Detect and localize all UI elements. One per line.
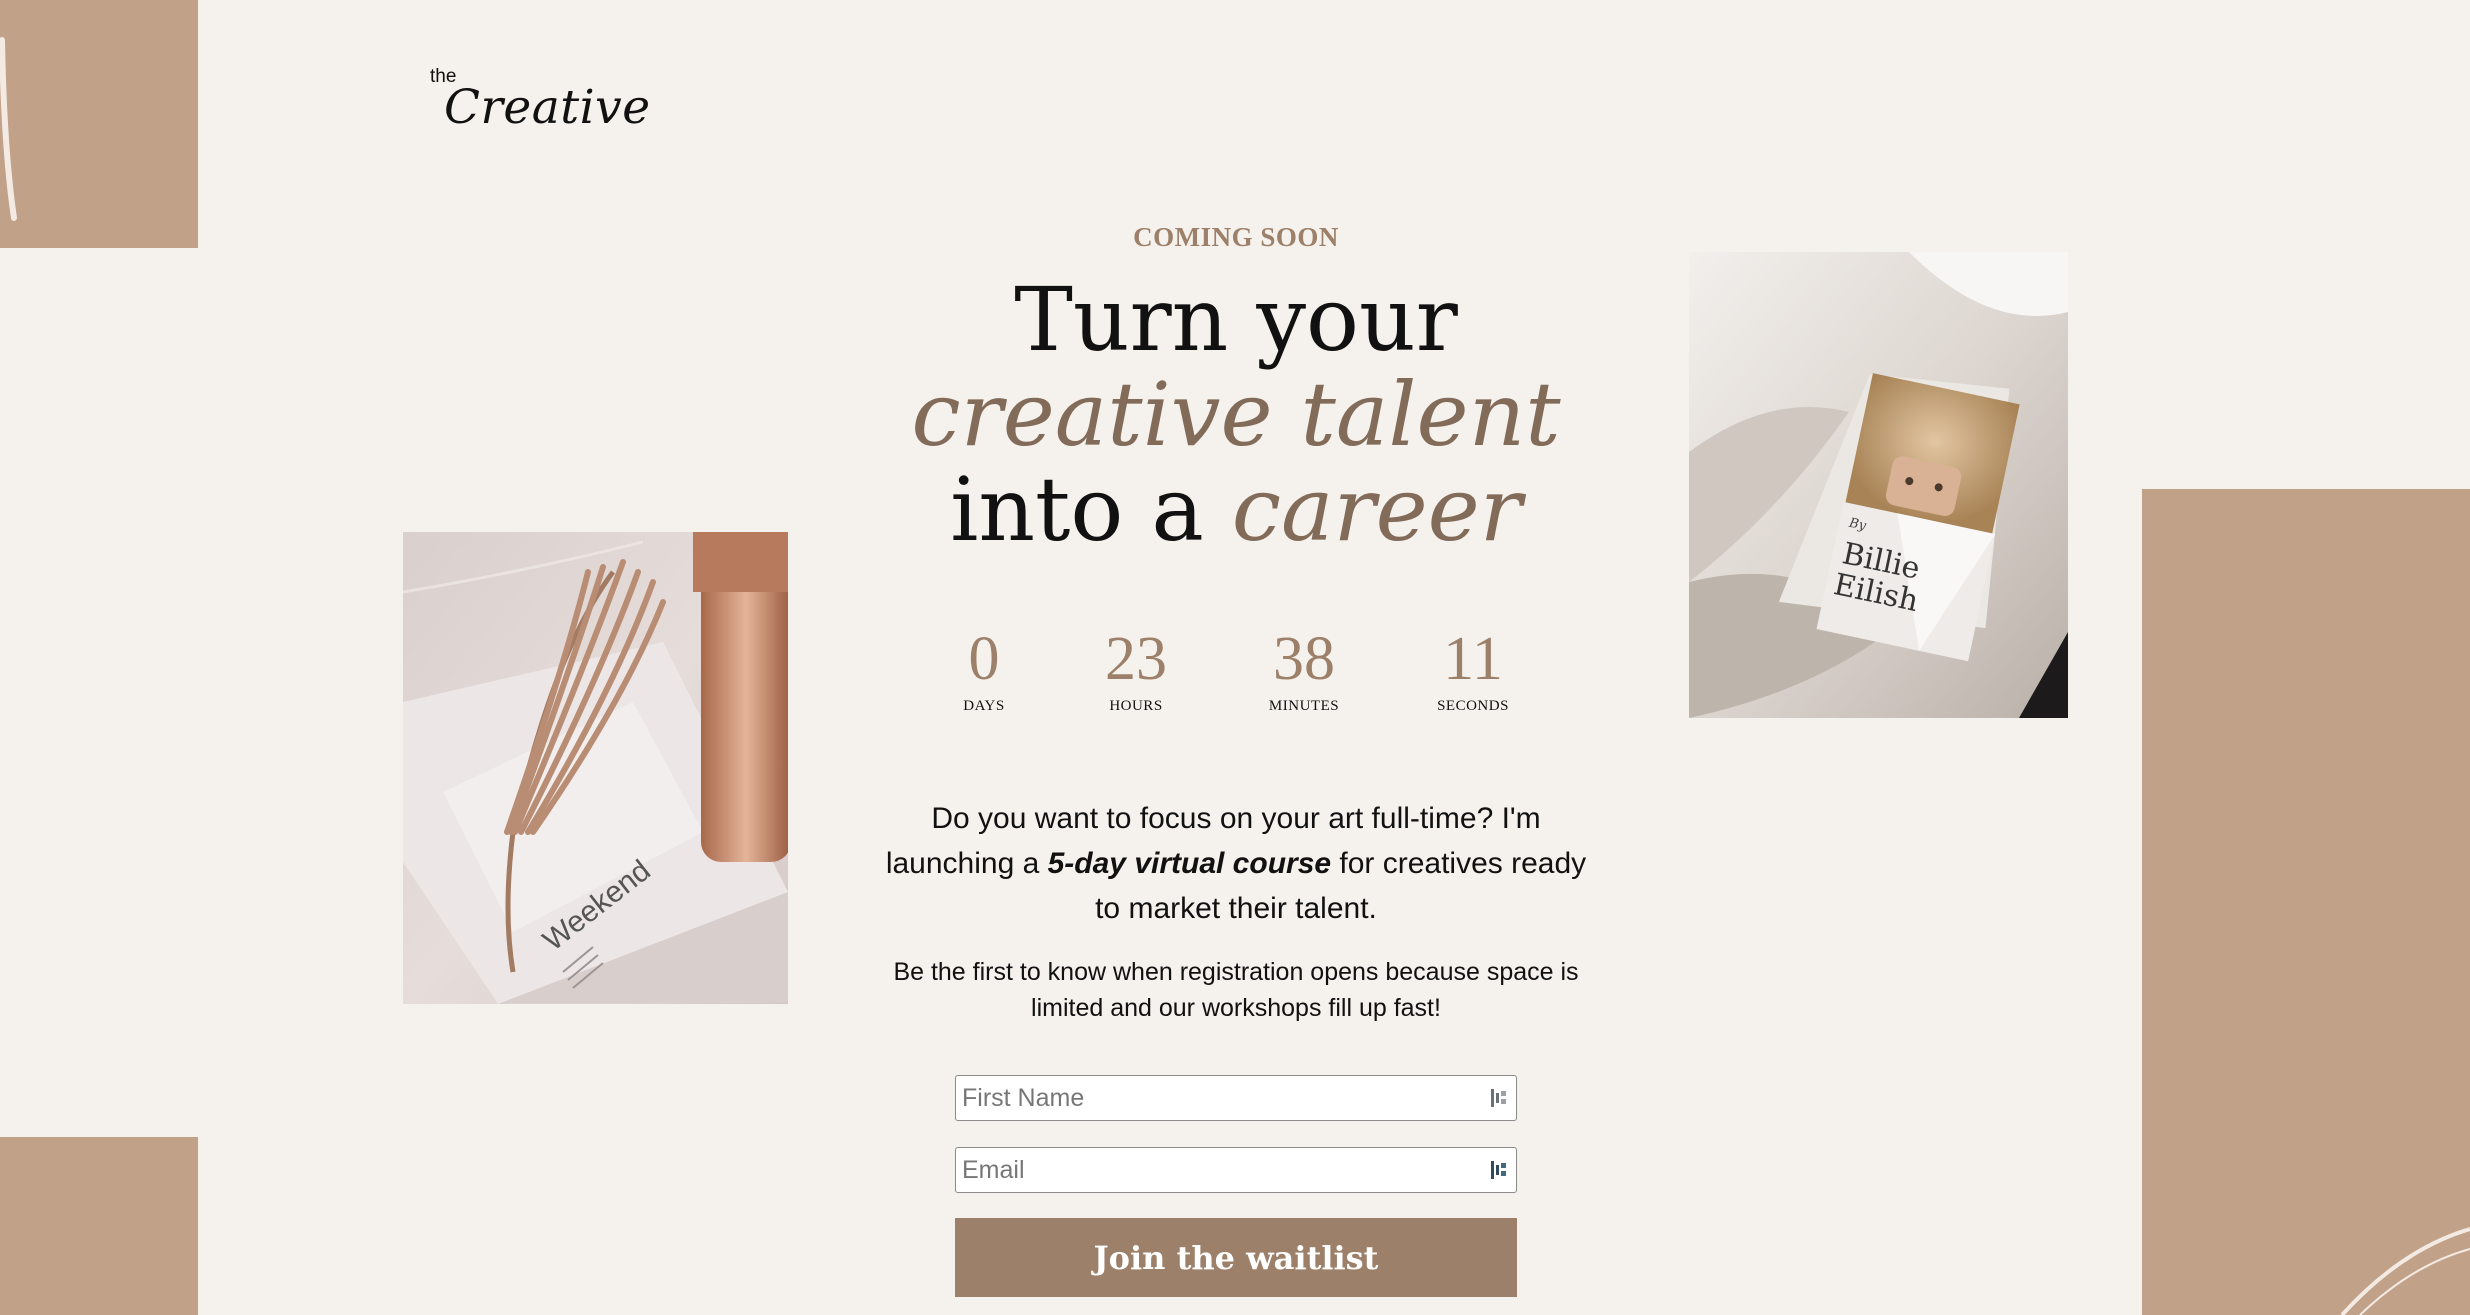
countdown-hours-value: 23 xyxy=(1105,625,1167,693)
coming-soon-eyebrow: COMING SOON xyxy=(1133,222,1339,252)
first-name-field[interactable] xyxy=(955,1075,1517,1121)
headline-line-2: creative talent xyxy=(911,363,1561,466)
email-input[interactable] xyxy=(956,1148,1476,1192)
first-name-input[interactable] xyxy=(956,1076,1476,1120)
headline-line-3-prefix: into a xyxy=(950,458,1232,561)
hero-headline: Turn your creative talent into a career xyxy=(880,272,1592,557)
decor-block-right xyxy=(2142,489,2470,1315)
countdown-seconds: 11 SECONDS xyxy=(1383,628,1563,715)
countdown-hours: 23 HOURS xyxy=(1046,628,1226,715)
countdown-hours-label: HOURS xyxy=(1109,698,1163,714)
countdown-timer: 0 DAYS 23 HOURS 38 MINUTES 11 SECONDS xyxy=(0,628,2470,718)
headline-line-3: into a career xyxy=(880,462,1592,557)
countdown-seconds-label: SECONDS xyxy=(1437,698,1509,714)
password-manager-icon[interactable] xyxy=(1490,1159,1508,1181)
headline-line-3-accent: career xyxy=(1231,458,1522,561)
decor-block-top-left xyxy=(0,0,198,248)
decor-arc-right xyxy=(2340,1227,2470,1315)
intro-paragraph: Do you want to focus on your art full-ti… xyxy=(880,796,1592,931)
countdown-seconds-value: 11 xyxy=(1443,625,1503,693)
email-field[interactable] xyxy=(955,1147,1517,1193)
password-manager-icon[interactable] xyxy=(1490,1087,1508,1109)
site-logo[interactable]: the Creative xyxy=(430,64,670,144)
intro-emphasis: 5-day virtual course xyxy=(1047,847,1332,880)
countdown-minutes-label: MINUTES xyxy=(1268,698,1340,714)
decor-block-bottom-left xyxy=(0,1137,198,1315)
photo-weekend-magazine: Weekend xyxy=(403,532,788,1004)
join-waitlist-button[interactable]: Join the waitlist xyxy=(955,1218,1517,1297)
headline-line-1: Turn your xyxy=(1014,268,1458,371)
decor-arc-top-left xyxy=(0,37,17,221)
countdown-minutes: 38 MINUTES xyxy=(1214,628,1394,715)
logo-wordmark: Creative xyxy=(444,80,651,135)
registration-note: Be the first to know when registration o… xyxy=(893,958,1579,1022)
countdown-minutes-value: 38 xyxy=(1273,625,1335,693)
